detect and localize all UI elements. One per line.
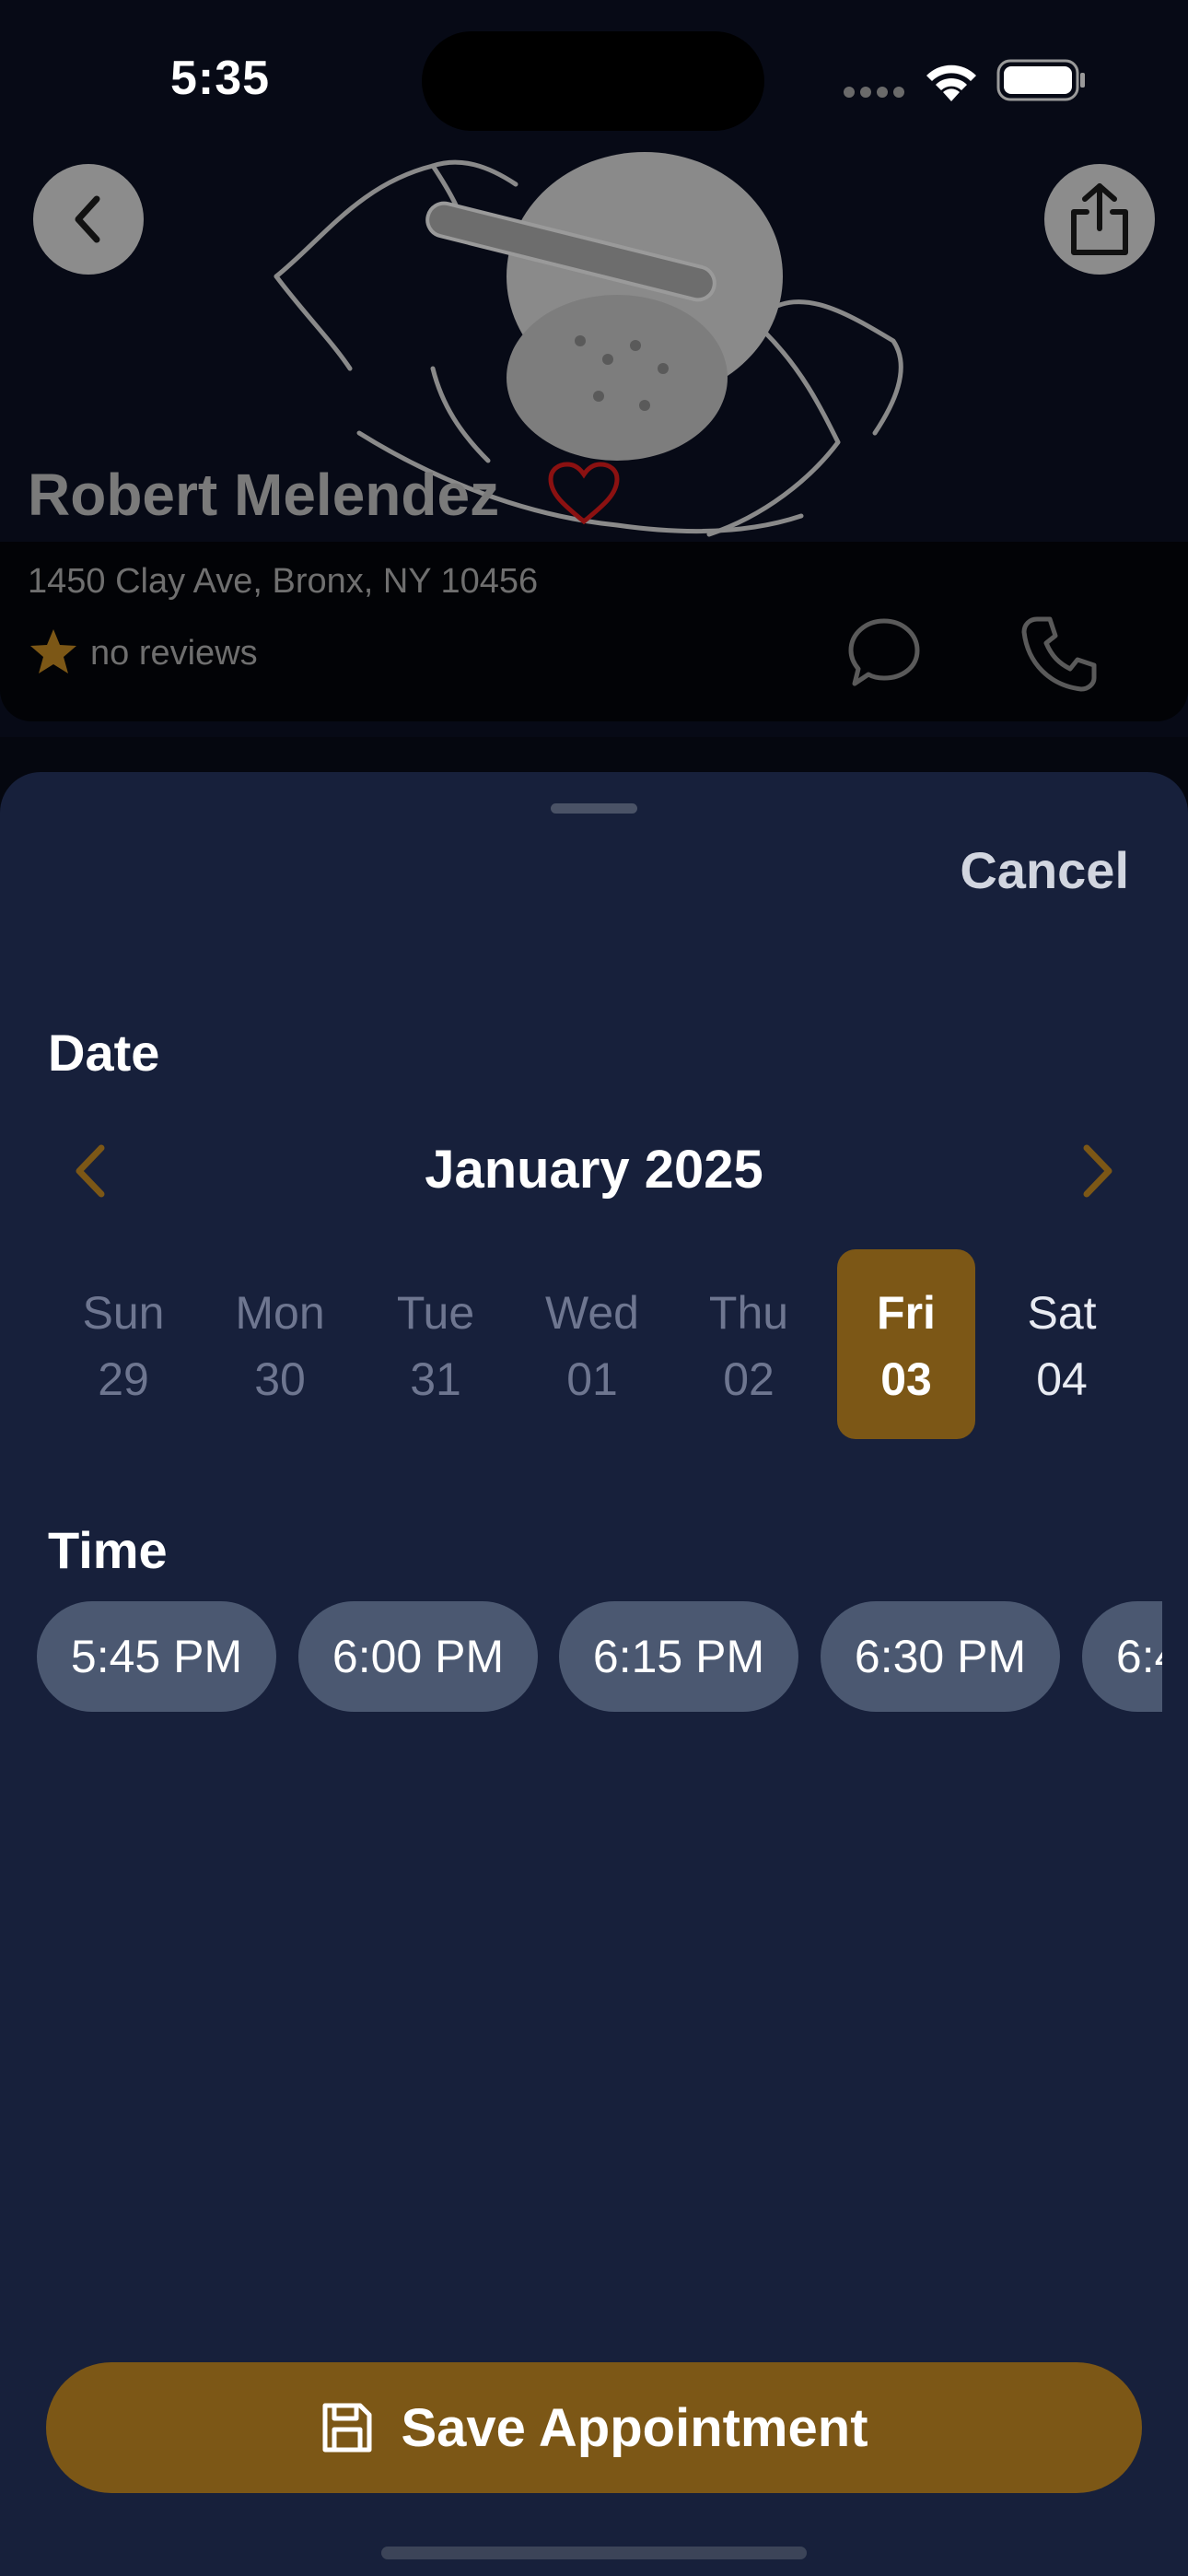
day-number: 29 [98,1353,149,1405]
home-indicator [381,2547,807,2559]
day-number: 03 [880,1353,932,1405]
time-slot-list[interactable]: 5:45 PM 6:00 PM 6:15 PM 6:30 PM 6:45 PM [37,1601,1162,1714]
day-name: Tue [396,1287,475,1339]
time-section-label: Time [48,1521,168,1579]
battery-icon [996,59,1085,101]
signal-icon [844,87,904,98]
day-name: Wed [545,1287,639,1339]
day-name: Mon [235,1287,325,1339]
save-appointment-button[interactable]: Save Appointment [46,2362,1142,2493]
day-thu[interactable]: Thu 02 [680,1249,818,1439]
day-number: 01 [566,1353,618,1405]
back-button[interactable] [33,164,144,275]
status-time: 5:35 [170,52,271,105]
appointment-sheet: Cancel Date January 2025 Sun 29 Mon 30 T… [0,772,1188,2576]
heart-icon[interactable] [545,461,623,527]
day-name: Sat [1027,1287,1097,1339]
sheet-grabber[interactable] [551,803,637,814]
share-button[interactable] [1044,164,1155,275]
time-slot[interactable]: 5:45 PM [37,1601,276,1712]
save-appointment-label: Save Appointment [401,2397,868,2458]
day-name: Fri [877,1287,936,1339]
time-slot[interactable]: 6:15 PM [559,1601,798,1712]
month-title: January 2025 [425,1140,763,1200]
chevron-left-icon [75,195,100,243]
day-number: 02 [723,1353,775,1405]
star-icon [30,629,76,673]
dynamic-island [422,31,764,131]
time-slot[interactable]: 6:00 PM [298,1601,538,1712]
barber-name: Robert Melendez [28,462,500,528]
day-number: 30 [254,1353,306,1405]
floppy-disk-icon [322,2403,372,2453]
chevron-right-icon[interactable] [1068,1141,1124,1201]
wifi-icon [926,64,976,101]
day-wed[interactable]: Wed 01 [523,1249,661,1439]
day-name: Thu [708,1287,789,1339]
day-name: Sun [82,1287,165,1339]
day-number: 31 [410,1353,461,1405]
day-picker: Sun 29 Mon 30 Tue 31 Wed 01 Thu 02 Fri 0… [0,1249,1188,1439]
time-slot[interactable]: 6:30 PM [821,1601,1060,1712]
day-sat[interactable]: Sat 04 [993,1249,1131,1439]
date-section-label: Date [48,1024,160,1082]
month-navigator: January 2025 [0,1130,1188,1212]
day-number: 04 [1036,1353,1088,1405]
time-slot[interactable]: 6:45 PM [1082,1601,1162,1712]
reviews-count: no reviews [90,634,258,673]
day-sun[interactable]: Sun 29 [54,1249,192,1439]
chat-bubble-icon[interactable] [845,614,923,691]
day-tue[interactable]: Tue 31 [367,1249,505,1439]
barber-address: 1450 Clay Ave, Bronx, NY 10456 [28,562,539,601]
share-icon [1071,183,1128,255]
phone-icon[interactable] [1019,612,1101,695]
day-mon[interactable]: Mon 30 [211,1249,349,1439]
day-fri-selected[interactable]: Fri 03 [837,1249,975,1439]
cancel-button[interactable]: Cancel [960,840,1129,900]
